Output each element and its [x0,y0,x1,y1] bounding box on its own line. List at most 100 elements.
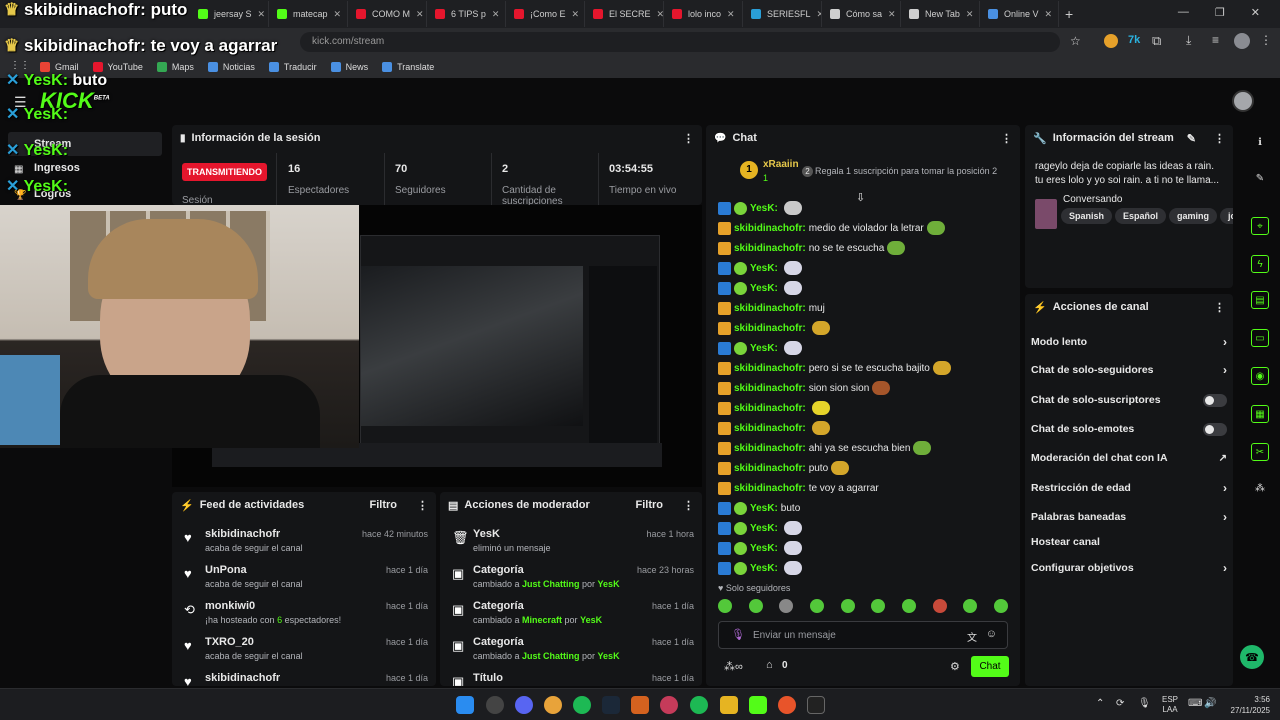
chat-message[interactable]: skibidinachofr: [718,398,830,418]
emote-picker-icon[interactable] [993,599,1008,613]
bookmark-item[interactable]: News [330,62,368,72]
emote-picker-icon[interactable] [809,599,824,613]
chat-username[interactable]: skibidinachofr: [734,423,806,434]
bookmark-item[interactable]: Translate [382,62,434,72]
chat-message[interactable]: skibidinachofr: [718,418,830,438]
browser-tab[interactable]: Cómo sa ✕ [822,1,901,27]
browser-tab[interactable]: jeersay S ✕ [190,1,269,27]
chat-username[interactable]: YesK: [750,263,778,274]
emote-picker-icon[interactable] [871,599,886,613]
channel-action-row[interactable]: Palabras baneadas › [1031,507,1227,527]
tag[interactable]: Español [1115,208,1167,224]
emote-picker-icon[interactable] [718,599,732,613]
chat-username[interactable]: YesK: [750,563,778,574]
people-icon[interactable]: ⁂ [1251,479,1269,497]
kick-icon[interactable] [749,696,767,714]
app-icon[interactable] [778,696,796,714]
emote-picker-icon[interactable] [748,599,763,613]
translate-icon[interactable]: 文 [967,629,977,644]
more-icon[interactable]: ⋮ [1214,301,1225,314]
extension-icon[interactable]: 7k [1128,34,1140,46]
bookmark-star-icon[interactable]: ☆ [1070,34,1081,48]
chat-username[interactable]: YesK: [750,343,778,354]
chat-message[interactable]: YesK: [718,258,802,278]
close-tab-icon[interactable]: ✕ [492,9,500,20]
chat-message[interactable]: skibidinachofr: puto [718,458,850,478]
epic-games-icon[interactable] [807,696,825,714]
chat-message[interactable]: YesK: buto [718,498,800,518]
browser-tab[interactable]: Online V ✕ [980,1,1059,27]
info-icon[interactable]: ℹ [1251,133,1269,151]
close-tab-icon[interactable]: ✕ [258,9,266,20]
channel-action-row[interactable]: Chat de solo-seguidores › [1031,360,1227,380]
chat-username[interactable]: skibidinachofr: [734,463,806,474]
chat-username[interactable]: skibidinachofr: [734,383,806,394]
spotify-icon[interactable] [573,696,591,714]
edit-icon[interactable]: ✎ [1187,132,1196,145]
menu-icon[interactable]: ⋮ [1260,33,1272,47]
close-tab-icon[interactable]: ✕ [657,9,663,20]
channel-action-row[interactable]: Hostear canal [1031,532,1227,552]
browser-tab[interactable]: New Tab ✕ [901,1,980,27]
sync-icon[interactable]: ⟳ [1116,698,1124,709]
tag[interactable]: jose [1220,208,1233,224]
more-icon[interactable]: ⋮ [1001,132,1012,145]
chat-message[interactable]: YesK: [718,338,802,358]
chat-username[interactable]: skibidinachofr: [734,483,806,494]
close-tab-icon[interactable]: ✕ [1045,9,1053,20]
browser-tab[interactable]: El SECRE ✕ [585,1,664,27]
network-icon[interactable]: ⌨ [1188,698,1202,709]
close-tab-icon[interactable]: ✕ [727,9,735,20]
chat-message[interactable]: YesK: [718,538,802,558]
clipboard-icon[interactable]: ▤ [1251,291,1269,309]
emote-picker-icon[interactable] [963,599,978,613]
chat-message[interactable]: YesK: [718,278,802,298]
chat-message[interactable]: YesK: [718,558,802,578]
category-name[interactable]: Conversando [1063,194,1122,205]
more-icon[interactable]: ⋮ [417,499,428,512]
mic-icon[interactable]: 🎙 [731,628,745,641]
close-tab-icon[interactable]: ✕ [416,9,424,20]
feed-user[interactable]: UnPona [205,564,247,576]
pencil-icon[interactable]: ✎ [1251,169,1269,187]
sidebar-item-ingresos[interactable]: Ingresos [34,162,80,174]
filter-button[interactable]: Filtro [370,499,398,511]
tag[interactable]: gaming [1169,208,1218,224]
app-icon[interactable] [486,696,504,714]
browser-tab[interactable]: SERIESFL✕ [743,1,822,27]
filter-button[interactable]: Filtro [636,499,664,511]
emote-picker-icon[interactable] [932,599,947,613]
emoji-icon[interactable]: ☺ [986,628,997,640]
chat-username[interactable]: skibidinachofr: [734,303,806,314]
chat-input[interactable]: 🎙 Enviar un mensaje 文 ☺ [718,621,1008,649]
close-tab-icon[interactable]: ✕ [966,9,974,20]
toggle-switch[interactable] [1203,393,1227,407]
steam-icon[interactable] [602,696,620,714]
browser-tab[interactable]: COMO M ✕ [348,1,427,27]
windows-start-icon[interactable] [456,696,474,714]
chat-message[interactable]: skibidinachofr: te voy a agarrar [718,478,879,498]
gift-icon[interactable]: ⌂ [766,659,773,671]
support-icon[interactable]: ☎ [1240,645,1264,669]
browser-tab[interactable]: matecap ✕ [269,1,348,27]
tray-chevron-icon[interactable]: ⌃ [1096,698,1104,709]
feed-user[interactable]: TXRO_20 [205,636,254,648]
close-tab-icon[interactable]: ✕ [888,9,896,20]
channel-action-row[interactable]: Chat de solo-emotes [1031,419,1227,439]
chat-username[interactable]: YesK: [750,283,778,294]
chat-username[interactable]: YesK: [750,203,778,214]
extension-icon[interactable] [1104,34,1118,48]
chat-message[interactable]: skibidinachofr: muj [718,298,825,318]
spotify-icon[interactable] [690,696,708,714]
discord-icon[interactable] [515,696,533,714]
settings-icon[interactable]: ⚙ [950,660,960,673]
bookmark-item[interactable]: Maps [156,62,194,72]
clock[interactable]: 3:56 27/11/2025 [1226,694,1270,716]
chat-username[interactable]: skibidinachofr: [734,243,806,254]
chat-message[interactable]: YesK: [718,518,802,538]
brave-icon[interactable] [631,696,649,714]
browser-tab[interactable]: 6 TIPS p ✕ [427,1,506,27]
broadcast-icon[interactable]: ◉ [1251,367,1269,385]
puzzle-icon[interactable]: ⧉ [1152,33,1161,49]
lightning-icon[interactable]: ϟ [1251,255,1269,273]
